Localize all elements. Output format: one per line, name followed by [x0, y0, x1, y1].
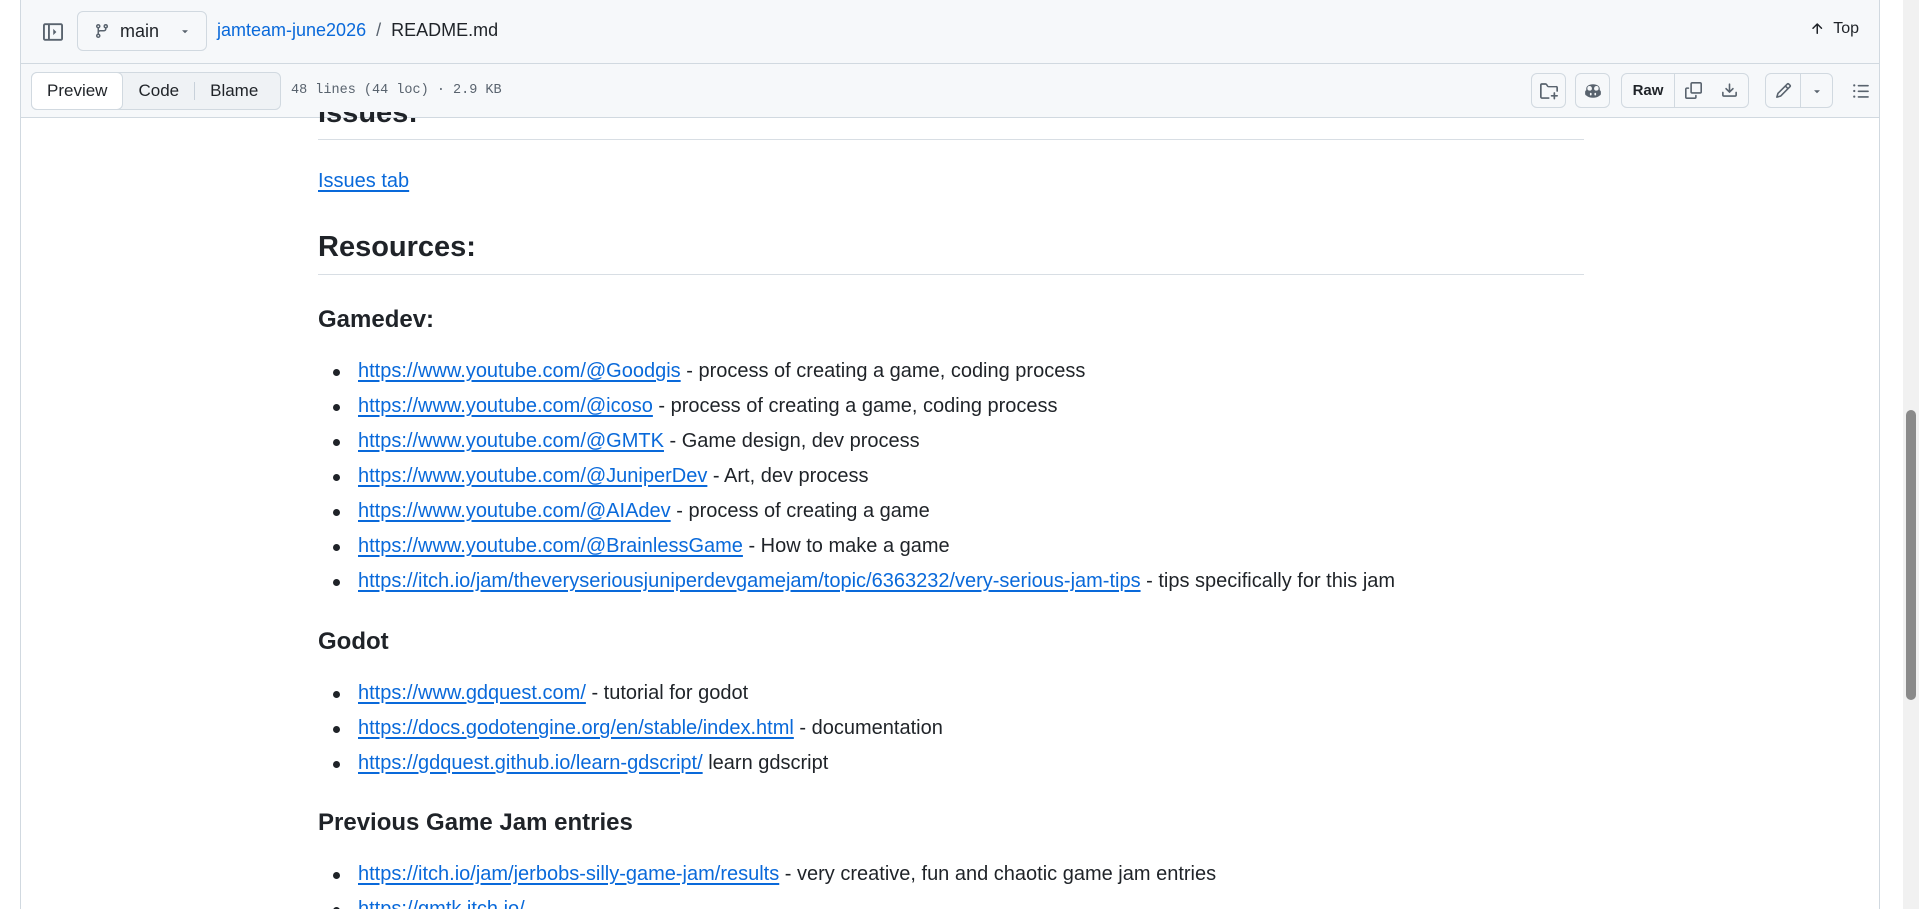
- link-description: - tips specifically for this jam: [1140, 570, 1396, 592]
- list-item: https://www.youtube.com/@JuniperDev - Ar…: [318, 459, 1395, 494]
- top-button[interactable]: Top: [1809, 20, 1859, 38]
- list-item: https://www.youtube.com/@AIAdev - proces…: [318, 494, 1395, 529]
- link-description: - Art, dev process: [707, 465, 869, 487]
- pencil-icon: [1775, 82, 1791, 98]
- edit-file-button[interactable]: [1766, 74, 1800, 107]
- arrow-up-icon: [1812, 23, 1823, 34]
- list-item: https://www.youtube.com/@GMTK - Game des…: [318, 424, 1395, 459]
- link-description: - documentation: [793, 717, 943, 739]
- branch-select-button[interactable]: main: [77, 11, 207, 51]
- edit-group: [1765, 73, 1833, 108]
- file-header: main jamteam-june2026 / README.md Top: [21, 0, 1879, 64]
- resource-link[interactable]: https://itch.io/jam/jerbobs-silly-game-j…: [358, 863, 779, 885]
- link-description: - process of creating a game: [670, 500, 930, 522]
- link-description: - process of creating a game, coding pro…: [680, 360, 1086, 382]
- download-icon: [1721, 83, 1737, 97]
- file-view: main jamteam-june2026 / README.md Top Pr…: [0, 0, 1919, 909]
- link-description: - very creative, fun and chaotic game ja…: [779, 863, 1217, 885]
- copy-raw-button[interactable]: [1675, 74, 1711, 107]
- resource-link[interactable]: https://www.youtube.com/@BrainlessGame: [358, 535, 743, 557]
- resource-link[interactable]: https://www.youtube.com/@icoso: [358, 395, 653, 417]
- breadcrumb-file-name: README.md: [391, 20, 499, 40]
- left-border: [20, 0, 21, 909]
- resource-link[interactable]: https://itch.io/jam/theveryseriousjunipe…: [358, 570, 1141, 592]
- raw-button[interactable]: Raw: [1622, 74, 1674, 107]
- list-item: https://gdquest.github.io/learn-gdscript…: [318, 746, 943, 781]
- list-item: https://docs.godotengine.org/en/stable/i…: [318, 711, 943, 746]
- resource-link[interactable]: https://gmtk.itch.io/: [358, 898, 525, 909]
- file-directory-add-icon: [1539, 82, 1558, 99]
- link-description: - process of creating a game, coding pro…: [652, 395, 1058, 417]
- list-item: https://www.youtube.com/@BrainlessGame -…: [318, 529, 1395, 564]
- file-meta: 48 lines (44 loc) · 2.9 KB: [291, 83, 502, 98]
- top-label: Top: [1833, 20, 1859, 37]
- heading-previous-jams: Previous Game Jam entries: [318, 809, 633, 836]
- breadcrumb-separator: /: [376, 20, 382, 40]
- list-item: https://www.youtube.com/@Goodgis - proce…: [318, 354, 1395, 389]
- raw-copy-download-group: Raw: [1621, 73, 1749, 108]
- right-border: [1879, 0, 1880, 909]
- resource-link[interactable]: https://gdquest.github.io/learn-gdscript…: [358, 752, 703, 774]
- outline-button[interactable]: [1843, 73, 1879, 108]
- git-branch-icon: [95, 24, 108, 39]
- caret-down-icon: [182, 30, 188, 34]
- list-item: https://www.youtube.com/@icoso - process…: [318, 389, 1395, 424]
- file-toolbar: Preview Code Blame 48 lines (44 loc) · 2…: [21, 64, 1879, 118]
- link-description: - Game design, dev process: [663, 430, 920, 452]
- link-description: learn gdscript: [702, 752, 829, 774]
- tab-preview[interactable]: Preview: [31, 72, 124, 110]
- link-description: - tutorial for godot: [585, 682, 749, 704]
- edit-options-button[interactable]: [1801, 74, 1832, 107]
- tab-code[interactable]: Code: [123, 73, 194, 109]
- resource-link[interactable]: https://www.youtube.com/@AIAdev: [358, 500, 671, 522]
- list-item: https://itch.io/jam/theveryseriousjunipe…: [318, 564, 1395, 599]
- godot-list: https://www.gdquest.com/ - tutorial for …: [318, 676, 943, 781]
- list-item: https://itch.io/jam/jerbobs-silly-game-j…: [318, 857, 1216, 892]
- list-item: https://www.gdquest.com/ - tutorial for …: [318, 676, 943, 711]
- heading-godot: Godot: [318, 628, 389, 655]
- add-file-button[interactable]: [1531, 73, 1566, 108]
- breadcrumb: jamteam-june2026 / README.md: [217, 20, 498, 41]
- issues-tab-link[interactable]: Issues tab: [318, 170, 409, 192]
- link-description: - How to make a game: [742, 535, 950, 557]
- branch-name: main: [120, 20, 160, 41]
- copilot-button[interactable]: [1575, 73, 1610, 108]
- sidebar-toggle-button[interactable]: [38, 17, 68, 47]
- list-item: https://gmtk.itch.io/: [318, 892, 1216, 909]
- heading-gamedev: Gamedev:: [318, 306, 435, 333]
- resource-link[interactable]: https://www.youtube.com/@JuniperDev: [358, 465, 707, 487]
- view-mode-tabs: Preview Code Blame: [31, 72, 281, 110]
- download-raw-button[interactable]: [1711, 74, 1747, 107]
- resource-link[interactable]: https://www.youtube.com/@GMTK: [358, 430, 664, 452]
- resource-link[interactable]: https://www.gdquest.com/: [358, 682, 586, 704]
- copy-icon: [1684, 82, 1702, 99]
- issues-paragraph: Issues tab: [318, 170, 409, 193]
- caret-down-icon: [1813, 89, 1820, 93]
- gamedev-list: https://www.youtube.com/@Goodgis - proce…: [318, 354, 1395, 599]
- resource-link[interactable]: https://www.youtube.com/@Goodgis: [358, 360, 681, 382]
- breadcrumb-repo-link[interactable]: jamteam-june2026: [217, 20, 366, 41]
- tab-blame[interactable]: Blame: [195, 73, 273, 109]
- previous-jams-list: https://itch.io/jam/jerbobs-silly-game-j…: [318, 857, 1216, 909]
- list-unordered-icon: [1853, 83, 1869, 98]
- copilot-icon: [1584, 83, 1601, 98]
- heading-resources: Resources:: [318, 226, 1584, 275]
- resource-link[interactable]: https://docs.godotengine.org/en/stable/i…: [358, 717, 794, 739]
- sidebar-toggle-icon: [43, 23, 63, 41]
- scrollbar-thumb[interactable]: [1906, 410, 1916, 700]
- raw-label: Raw: [1632, 82, 1664, 99]
